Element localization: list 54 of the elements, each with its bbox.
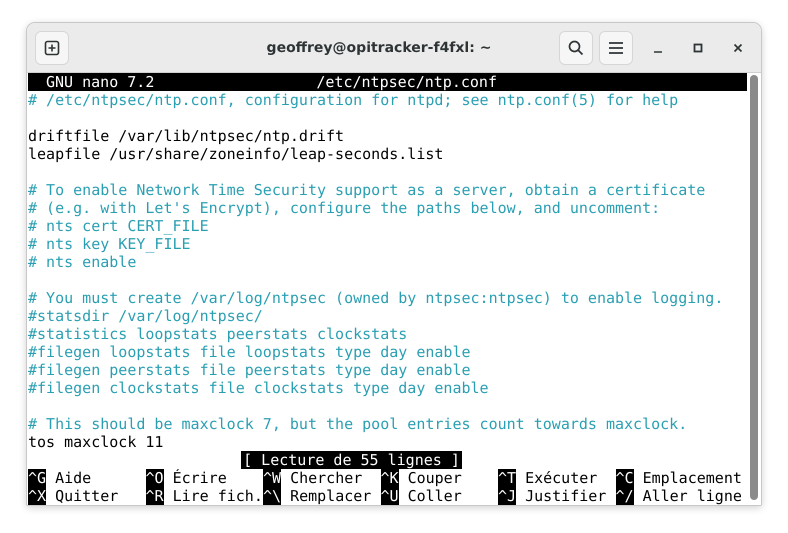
shortcut-key: ^/ xyxy=(616,487,634,505)
shortcut-key: ^W xyxy=(263,469,282,487)
shortcut-label: Exécuter xyxy=(525,469,598,487)
comment-line: #statsdir /var/log/ntpsec/ xyxy=(28,307,263,325)
menu-icon xyxy=(608,40,624,54)
comment-line: # You must create /var/log/ntpsec (owned by ntpsec:ntpsec) to enable logging. xyxy=(28,289,724,307)
shortcut-key: ^U xyxy=(380,487,399,505)
new-tab-icon xyxy=(44,40,60,56)
shortcut-label: Écrire xyxy=(172,469,227,487)
status-message: [ Lecture de 55 lignes ] xyxy=(241,451,462,469)
comment-line: #filegen clockstats file clockstats type day enable xyxy=(28,379,489,397)
config-line: tos maxclock 11 xyxy=(28,433,164,451)
search-icon xyxy=(568,40,584,56)
shortcut-label: Couper xyxy=(408,469,462,487)
comment-line: # nts enable xyxy=(28,253,136,271)
window-title: geoffrey@opitracker-f4fxl: ~ xyxy=(266,40,492,56)
editor-version: GNU nano 7.2 xyxy=(46,73,154,91)
scrollbar-thumb[interactable] xyxy=(750,75,758,500)
shortcut-key: ^T xyxy=(498,469,516,487)
comment-line: # nts cert CERT_FILE xyxy=(28,217,209,235)
shortcut-key: ^C xyxy=(616,469,634,487)
config-line: leapfile /usr/share/zoneinfo/leap-seconds.list xyxy=(28,145,444,163)
shortcut-label: Lire fich. xyxy=(172,487,263,505)
shortcut-label: Justifier xyxy=(525,487,606,505)
shortcut-key: ^J xyxy=(498,487,516,505)
comment-line: # /etc/ntpsec/ntp.conf, configuration for ntpd; see ntp.conf(5) for help xyxy=(28,91,678,109)
shortcut-label: Chercher xyxy=(290,469,362,487)
shortcut-label: Emplacement xyxy=(642,469,742,487)
shortcut-label: Aide xyxy=(55,469,92,487)
maximize-icon xyxy=(693,42,703,52)
comment-line: # (e.g. with Let's Encrypt), configure the paths below, and uncomment: xyxy=(28,199,660,217)
shortcut-key: ^O xyxy=(146,469,164,487)
menu-button[interactable] xyxy=(599,30,633,64)
file-name: /etc/ntpsec/ntp.conf xyxy=(316,73,497,91)
shortcut-key: ^G xyxy=(28,469,46,487)
close-icon xyxy=(733,42,743,52)
shortcut-label: Remplacer xyxy=(290,487,372,505)
comment-line: # nts key KEY_FILE xyxy=(28,235,191,253)
shortcut-label: Aller ligne xyxy=(642,487,742,505)
comment-line: # To enable Network Time Security support as a server, obtain a certificate xyxy=(28,181,706,199)
shortcut-key: ^R xyxy=(146,487,164,505)
comment-line: # This should be maxclock 7, but the pool entries count towards maxclock. xyxy=(28,415,688,433)
comment-line: #statistics loopstats peerstats clockstats xyxy=(28,325,408,343)
search-button[interactable] xyxy=(559,30,593,64)
new-tab-button[interactable] xyxy=(35,30,69,64)
shortcut-key: ^X xyxy=(28,487,46,505)
comment-line: #filegen loopstats file loopstats type day enable xyxy=(28,343,471,361)
config-line: driftfile /var/lib/ntpsec/ntp.drift xyxy=(28,127,344,145)
comment-line: #filegen peerstats file peerstats type day enable xyxy=(28,361,471,379)
shortcut-label: Coller xyxy=(408,487,462,505)
minimize-icon xyxy=(654,50,662,52)
shortcut-key: ^\ xyxy=(263,487,282,505)
shortcut-label: Quitter xyxy=(55,487,118,505)
shortcut-key: ^K xyxy=(380,469,399,487)
